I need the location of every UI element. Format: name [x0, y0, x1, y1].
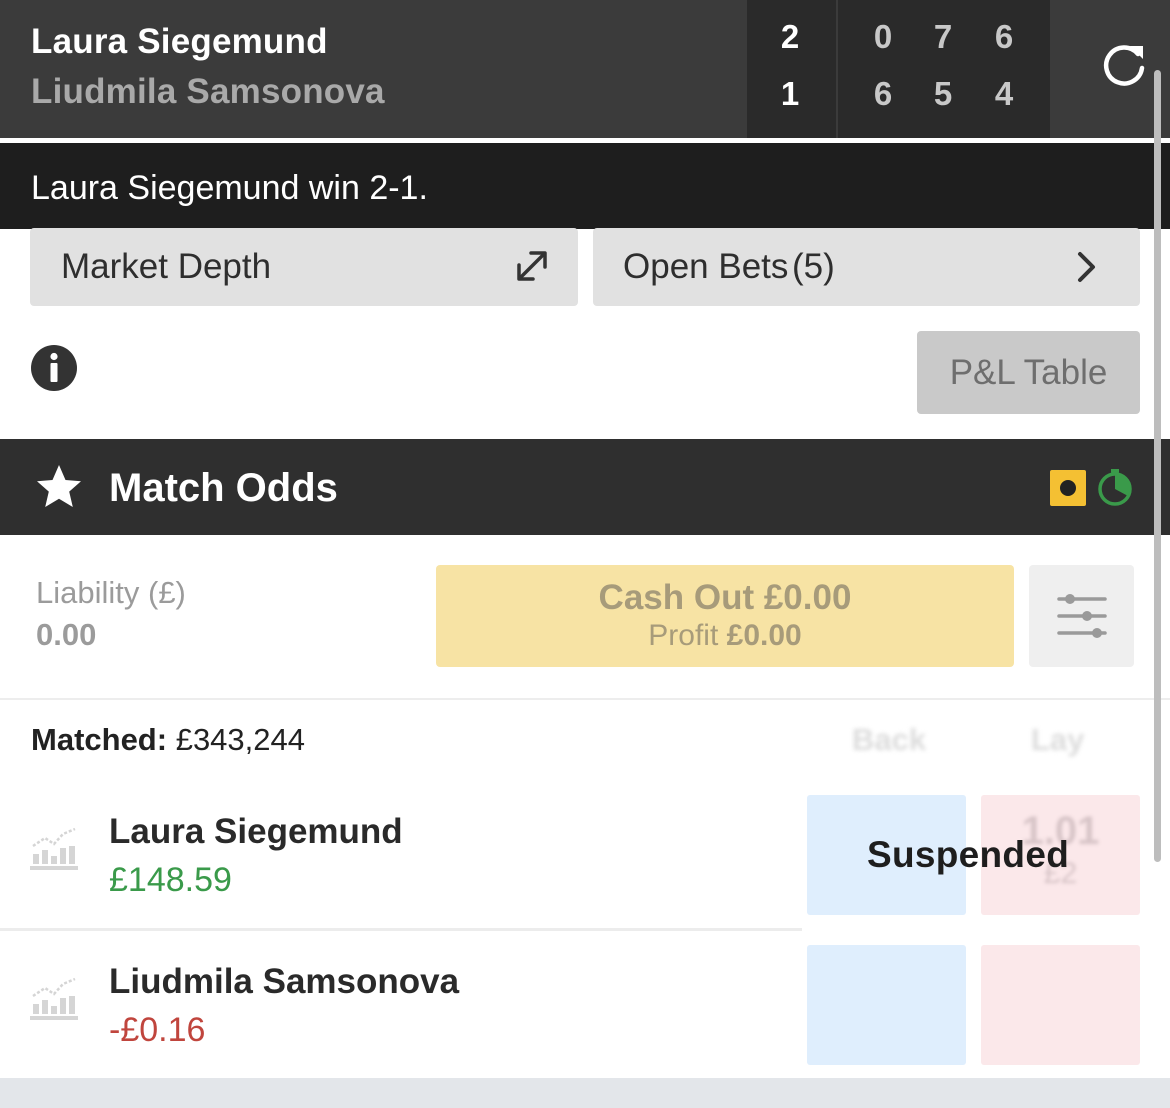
lay-column-header: Lay [1031, 722, 1085, 757]
p1-set2-games: 7 [933, 18, 953, 55]
p1-set1-games: 0 [873, 18, 893, 55]
runner-1-name: Laura Siegemund [109, 812, 403, 851]
star-icon[interactable] [35, 463, 83, 511]
odds-gap [802, 915, 1140, 943]
sliders-icon [1057, 594, 1107, 638]
timer-icon [1098, 469, 1132, 506]
cash-out-profit-value: £0.00 [726, 619, 802, 652]
player-1-sets: 2 [780, 18, 800, 55]
open-bets-count: (5) [792, 247, 835, 286]
sets-score: 2 1 [747, 0, 836, 138]
liability-label: Liability (£) [36, 575, 186, 610]
cash-out-settings-button[interactable] [1029, 565, 1134, 667]
runner-2-back-odds[interactable] [807, 945, 966, 1065]
runner-1-pl: £148.59 [109, 861, 232, 899]
player-1-name: Laura Siegemund [31, 22, 328, 61]
runner-2-name: Liudmila Samsonova [109, 962, 460, 1001]
refresh-icon[interactable] [1100, 42, 1148, 90]
pl-table-label: P&L Table [949, 353, 1108, 392]
games-score: 0 7 6 6 5 4 [838, 0, 1050, 138]
player-2-sets: 1 [780, 75, 800, 112]
cash-out-profit: Profit £0.00 [436, 619, 1014, 653]
inplay-dot [1060, 480, 1076, 496]
market-depth-button[interactable]: Market Depth [30, 228, 578, 306]
result-text: Laura Siegemund win 2-1. [31, 169, 428, 207]
info-icon[interactable] [30, 344, 78, 392]
expand-icon [517, 251, 547, 281]
cash-out-button[interactable]: Cash Out £0.00 Profit £0.00 [436, 565, 1014, 667]
bottom-strip [0, 1078, 1170, 1108]
result-banner: Laura Siegemund win 2-1. [0, 143, 1170, 229]
divider [0, 698, 1170, 700]
player-2-name: Liudmila Samsonova [31, 72, 385, 111]
chevron-right-icon [1078, 252, 1095, 282]
scoreboard-players: Laura Siegemund Liudmila Samsonova [31, 20, 385, 114]
chart-icon[interactable] [30, 826, 78, 872]
market-depth-label: Market Depth [61, 247, 272, 286]
open-bets-label: Open Bets [623, 247, 789, 286]
runner-2-pl: -£0.16 [109, 1011, 206, 1049]
chart-icon[interactable] [30, 976, 78, 1022]
runner-divider [0, 928, 802, 931]
pl-table-button[interactable]: P&L Table [917, 331, 1140, 414]
scrollbar[interactable] [1154, 70, 1161, 862]
matched-value: £343,244 [175, 722, 306, 757]
scoreboard: Laura Siegemund Liudmila Samsonova 2 1 0… [0, 0, 1170, 138]
p2-set1-games: 6 [873, 75, 893, 112]
p2-set2-games: 5 [933, 75, 953, 112]
matched-label: Matched: [31, 722, 168, 757]
cash-out-profit-label: Profit [648, 619, 719, 652]
open-bets-button[interactable]: Open Bets (5) [593, 228, 1140, 306]
matched-amount: Matched: £343,244 [31, 722, 305, 758]
market-title: Match Odds [109, 466, 338, 510]
suspended-label: Suspended [867, 834, 1070, 875]
p1-set3-games: 6 [994, 18, 1014, 55]
liability-value: 0.00 [36, 617, 97, 652]
p2-set3-games: 4 [994, 75, 1014, 112]
back-column-header: Back [852, 722, 927, 757]
cash-out-title: Cash Out £0.00 [598, 578, 852, 617]
inplay-icon [1050, 470, 1086, 506]
runner-2-lay-odds[interactable] [981, 945, 1140, 1065]
